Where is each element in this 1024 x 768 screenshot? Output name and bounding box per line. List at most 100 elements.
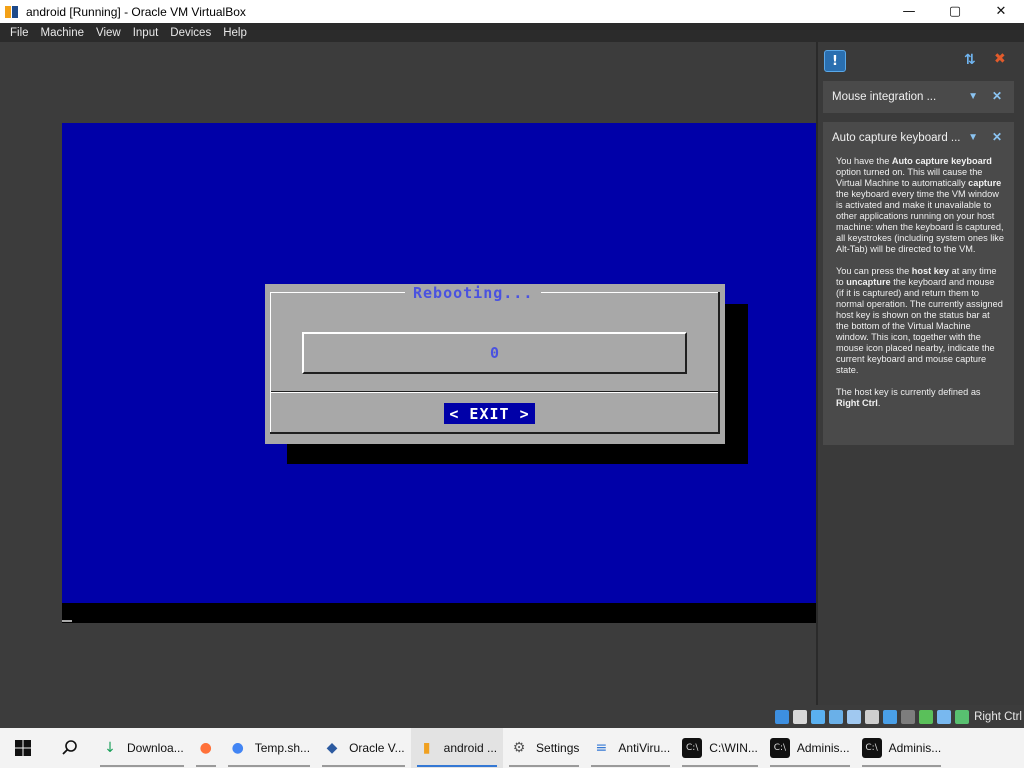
chrome-icon: ●: [231, 740, 244, 756]
start-button[interactable]: [0, 728, 46, 768]
mouse-integration-icon[interactable]: [937, 710, 952, 724]
taskbar-item-indicator: [195, 765, 216, 767]
text-run: option turned on. This will cause the Vi…: [836, 167, 983, 188]
taskbar-item-label: Oracle V...: [349, 741, 405, 755]
bold-text: host key: [911, 266, 950, 276]
vm-guest-bottom-strip: [62, 603, 820, 623]
dialog-frame-bottom: [270, 432, 720, 434]
text-run: You can press the: [836, 266, 912, 276]
taskbar-item-indicator: [682, 765, 758, 767]
windows-logo-icon: [15, 740, 31, 756]
vm-status-bar: Right Ctrl: [760, 706, 1024, 728]
notification-auto-capture-keyboard[interactable]: Auto capture keyboard ... ▼ ✕ You have t…: [823, 122, 1014, 445]
bold-text: Auto capture keyboard: [891, 156, 992, 166]
close-notification-icon[interactable]: ✕: [992, 130, 1002, 144]
dialog-separator-highlight: [271, 392, 718, 393]
network-icon[interactable]: [829, 710, 844, 724]
taskbar-item[interactable]: C:\ Adminis...: [856, 728, 948, 768]
notification-toolbar: ! ⇅ ✖: [820, 46, 1020, 76]
taskbar-item-label: Adminis...: [796, 741, 850, 755]
shared-folders-icon[interactable]: [865, 710, 880, 724]
maximize-button[interactable]: ▢: [932, 0, 978, 23]
taskbar-item[interactable]: ⚙ Settings: [503, 728, 585, 768]
taskbar-item[interactable]: ●: [190, 728, 222, 768]
taskbar-item-indicator: [591, 765, 671, 767]
notification-paragraph: You can press the host key at any time t…: [836, 266, 1004, 376]
minimize-button[interactable]: —: [886, 0, 932, 23]
taskbar-item-label: android ...: [443, 741, 498, 755]
menu-input[interactable]: Input: [127, 27, 165, 39]
virtualbox-icon: ◆: [326, 740, 338, 756]
pin-icon[interactable]: ▼: [968, 91, 978, 102]
dialog-frame-right: [718, 292, 720, 434]
dialog-title: Rebooting...: [405, 284, 542, 302]
taskbar-item-indicator: [416, 765, 498, 767]
search-button[interactable]: [46, 728, 94, 768]
menu-bar: File Machine View Input Devices Help: [0, 23, 1024, 42]
close-button[interactable]: ✕: [978, 0, 1024, 23]
taskbar-item-label: AntiViru...: [618, 741, 671, 755]
notification-paragraph: You have the Auto capture keyboard optio…: [836, 156, 1004, 255]
notification-mouse-integration[interactable]: Mouse integration ... ▼ ✕: [823, 81, 1014, 113]
taskbar-item[interactable]: ↓ Downloa...: [94, 728, 190, 768]
optical-drive-icon[interactable]: [793, 710, 808, 724]
bold-text: uncapture: [846, 277, 891, 287]
taskbar-item-indicator: [769, 765, 850, 767]
virtualbox-vm-icon: ▮: [422, 740, 431, 756]
notepad-icon: ≡: [595, 740, 608, 756]
text-run: The host key is currently defined as: [836, 387, 981, 397]
settings-icon: ⚙: [512, 740, 526, 756]
host-key-label[interactable]: Right Ctrl: [974, 711, 1022, 723]
taskbar-item[interactable]: ● Temp.sh...: [222, 728, 316, 768]
taskbar-item-label: Downloa...: [127, 741, 184, 755]
notification-info-icon[interactable]: !: [824, 50, 846, 72]
taskbar-item-indicator: [509, 765, 580, 767]
dialog-frame-left: [270, 292, 271, 434]
virtualbox-app-icon: [4, 4, 20, 20]
audio-icon[interactable]: [811, 710, 826, 724]
pin-icon[interactable]: ▼: [968, 132, 978, 143]
menu-machine[interactable]: Machine: [35, 27, 90, 39]
taskbar-item-indicator: [100, 765, 184, 767]
video-capture-icon[interactable]: [901, 710, 916, 724]
menu-file[interactable]: File: [4, 27, 35, 39]
keyboard-capture-icon[interactable]: [955, 710, 970, 724]
search-icon: [62, 740, 77, 755]
close-notification-icon[interactable]: ✕: [992, 89, 1002, 103]
cmd-icon: C:\: [682, 738, 703, 758]
notification-title: Mouse integration ...: [832, 91, 937, 103]
menu-help[interactable]: Help: [217, 27, 253, 39]
windows-taskbar: ↓ Downloa... ● ● Temp.sh... ◆ Oracle V... ▮ andr…: [0, 728, 1024, 768]
taskbar-item-label: Settings: [536, 741, 580, 755]
display-icon[interactable]: [883, 710, 898, 724]
menu-devices[interactable]: Devices: [164, 27, 217, 39]
usb-icon[interactable]: [847, 710, 862, 724]
exit-button[interactable]: < EXIT >: [444, 403, 535, 424]
window-titlebar: android [Running] - Oracle VM VirtualBox…: [0, 0, 1024, 23]
text-run: the keyboard and mouse (if it is capture…: [836, 277, 1003, 375]
window-title: android [Running] - Oracle VM VirtualBox: [26, 4, 246, 19]
hard-disk-icon[interactable]: [775, 710, 790, 724]
taskbar-item-label: Temp.sh...: [254, 741, 311, 755]
text-run: the keyboard every time the VM window is…: [836, 189, 1004, 254]
menu-view[interactable]: View: [90, 27, 127, 39]
text-run: .: [877, 398, 881, 408]
taskbar-item[interactable]: ▮ android ...: [410, 728, 504, 768]
gauge-value: 0: [489, 344, 500, 362]
taskbar-item[interactable]: C:\ C:\WIN...: [676, 728, 764, 768]
sort-icon[interactable]: ⇅: [964, 52, 980, 68]
clear-notifications-icon[interactable]: ✖: [994, 51, 1012, 69]
notification-body: You have the Auto capture keyboard optio…: [823, 154, 1014, 421]
notification-title: Auto capture keyboard ...: [832, 132, 961, 144]
cmd-icon: C:\: [769, 738, 790, 758]
taskbar-item-label: Adminis...: [888, 741, 942, 755]
bold-text: Right Ctrl: [836, 398, 878, 408]
taskbar-item[interactable]: ◆ Oracle V...: [316, 728, 411, 768]
text-cursor: [62, 620, 72, 622]
taskbar-item[interactable]: C:\ Adminis...: [764, 728, 856, 768]
cpu-icon[interactable]: [919, 710, 934, 724]
taskbar-apps: ↓ Downloa... ● ● Temp.sh... ◆ Oracle V... ▮ andr…: [94, 728, 947, 768]
notification-paragraph: The host key is currently defined as Rig…: [836, 387, 1004, 409]
taskbar-item[interactable]: ≡ AntiViru...: [585, 728, 676, 768]
bold-text: capture: [968, 178, 1002, 188]
